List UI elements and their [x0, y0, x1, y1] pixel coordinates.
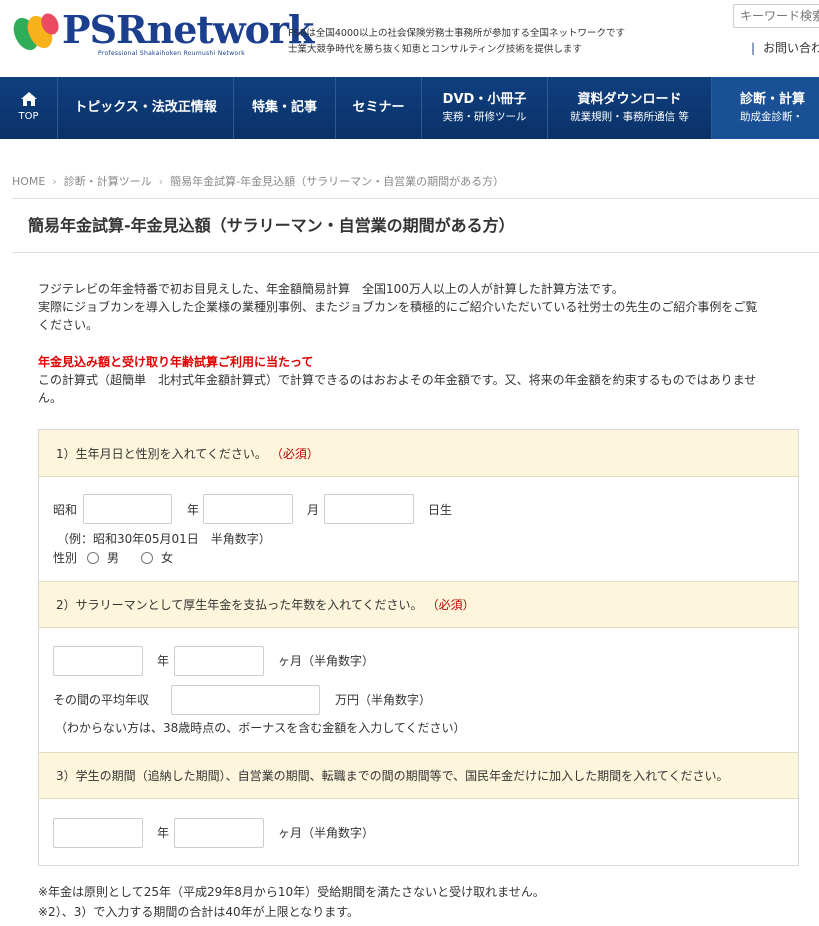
nav-download-sub: 就業規則・事務所通信 等	[570, 111, 689, 123]
intro-line: フジテレビの年金特番で初お目見えした、年金額簡易計算 全国100万人以上の人が計…	[38, 282, 624, 296]
notice-line: ん。	[38, 391, 63, 405]
breadcrumb-current: 簡易年金試算-年金見込額（サラリーマン・自営業の期間がある方）	[170, 175, 505, 188]
nav-dvd[interactable]: DVD・小冊子 実務・研修ツール	[422, 77, 548, 139]
nav-topics[interactable]: トピックス・法改正情報	[58, 77, 234, 139]
nav-features-label: 特集・記事	[251, 100, 317, 115]
breadcrumb: HOME › 診断・計算ツール › 簡易年金試算-年金見込額（サラリーマン・自営業の期間…	[12, 173, 504, 189]
year-label: 年	[157, 826, 170, 840]
section-3-heading: 3）学生の期間（追納した期間）、自営業の期間、転職までの間の期間等で、国民年金だ…	[56, 769, 729, 783]
nav-diagnosis-sub: 助成金診断・	[740, 111, 803, 123]
nav-features[interactable]: 特集・記事	[234, 77, 336, 139]
nav-dvd-sub: 実務・研修ツール	[442, 111, 527, 123]
gender-male-radio[interactable]	[87, 552, 99, 564]
employee-years-input[interactable]	[53, 646, 143, 676]
gender-male-label: 男	[107, 551, 120, 565]
section-1-heading: 1）生年月日と性別を入れてください。	[56, 446, 267, 461]
months-label: ヶ月（半角数字）	[278, 826, 375, 840]
employee-months-input[interactable]	[174, 646, 264, 676]
national-years-input[interactable]	[53, 818, 143, 848]
intro-line: ください。	[38, 318, 99, 332]
birth-day-input[interactable]	[324, 494, 414, 524]
pension-form: 1）生年月日と性別を入れてください。 （必須） 昭和 年 月 日生 （例：昭和30…	[38, 429, 799, 866]
nav-top[interactable]: TOP	[0, 77, 58, 139]
home-icon	[20, 92, 37, 106]
chevron-right-icon: ›	[52, 175, 57, 188]
year-label: 年	[187, 503, 200, 517]
separator: |	[751, 41, 756, 55]
average-income-input[interactable]	[171, 685, 320, 715]
year-label: 年	[157, 654, 170, 668]
logo-subtitle: Professional Shakaihoken Roumushi Networ…	[98, 50, 245, 57]
footnote-2: ※2）、3）で入力する期間の合計は40年が上限となります。	[38, 905, 360, 919]
section-3-body: 年 ヶ月（半角数字）	[39, 800, 798, 865]
logo-mark-icon	[13, 13, 59, 51]
months-label: ヶ月（半角数字）	[278, 654, 375, 668]
nav-dvd-label: DVD・小冊子	[442, 92, 527, 107]
section-2-body: 年 ヶ月（半角数字） その間の平均年収 万円（半角数字） （わからない方は、38…	[39, 629, 798, 752]
average-income-label: その間の平均年収	[53, 693, 150, 707]
tagline-1: PSRは全国4000以上の社会保険労務士事務所が参加する全国ネットワークです	[288, 28, 626, 39]
intro-line: 実際にジョブカンを導入した企業様の業種別事例、またジョブカンを積極的にご紹介いた…	[38, 300, 758, 314]
section-2-heading: 2）サラリーマンとして厚生年金を支払った年数を入れてください。	[56, 598, 423, 612]
section-1-header: 1）生年月日と性別を入れてください。 （必須）	[39, 430, 798, 477]
gender-female-label: 女	[161, 551, 174, 565]
logo-text: PSRnetwork	[62, 7, 314, 52]
notice-heading: 年金見込み額と受け取り年齢試算ご利用に当たって	[38, 355, 314, 369]
section-2-header: 2）サラリーマンとして厚生年金を支払った年数を入れてください。 （必須）	[39, 581, 798, 628]
month-label: 月	[307, 503, 320, 517]
tagline-2: 士業大競争時代を勝ち抜く知恵とコンサルティング技術を提供します	[288, 44, 582, 55]
notice-text: 年金見込み額と受け取り年齢試算ご利用に当たって この計算式（超簡単 北村式年金額…	[38, 353, 798, 407]
nav-diagnosis[interactable]: 診断・計算 助成金診断・	[712, 77, 819, 139]
keyword-search-input[interactable]	[733, 4, 819, 28]
page-title: 簡易年金試算-年金見込額（サラリーマン・自営業の期間がある方）	[28, 216, 515, 235]
birth-example: （例：昭和30年05月01日 半角数字）	[57, 532, 271, 546]
nav-top-label: TOP	[18, 111, 39, 122]
income-unit-label: 万円（半角数字）	[335, 693, 432, 707]
global-nav: TOP トピックス・法改正情報 特集・記事 セミナー DVD・小冊子 実務・研修…	[0, 77, 819, 139]
section-3-header: 3）学生の期間（追納した期間）、自営業の期間、転職までの間の期間等で、国民年金だ…	[39, 752, 798, 799]
divider	[12, 198, 819, 199]
day-label: 日生	[428, 503, 453, 517]
nav-diagnosis-label: 診断・計算	[740, 92, 806, 107]
required-badge: （必須）	[426, 598, 475, 612]
birth-year-input[interactable]	[83, 494, 172, 524]
intro-text: フジテレビの年金特番で初お目見えした、年金額簡易計算 全国100万人以上の人が計…	[38, 280, 798, 334]
nav-seminar-label: セミナー	[352, 100, 405, 115]
notice-line: この計算式（超簡単 北村式年金額計算式）で計算できるのはおおよその年金額です。又…	[38, 373, 757, 387]
required-badge: （必須）	[270, 446, 319, 461]
income-hint: （わからない方は、38歳時点の、ボーナスを含む金額を入力してください）	[55, 721, 466, 735]
era-label: 昭和	[53, 503, 78, 517]
breadcrumb-home[interactable]: HOME	[12, 175, 45, 188]
nav-seminar[interactable]: セミナー	[336, 77, 422, 139]
psr-logo[interactable]: PSRnetwork Professional Shakaihoken Roum…	[12, 8, 314, 58]
contact-link[interactable]: | お問い合わ	[751, 39, 819, 56]
divider	[12, 252, 819, 253]
site-header: PSRnetwork Professional Shakaihoken Roum…	[0, 0, 819, 77]
breadcrumb-tools[interactable]: 診断・計算ツール	[64, 175, 152, 188]
birth-month-input[interactable]	[203, 494, 293, 524]
nav-topics-label: トピックス・法改正情報	[74, 100, 217, 115]
nav-download-label: 資料ダウンロード	[577, 92, 682, 107]
gender-label: 性別	[53, 551, 78, 565]
contact-label: お問い合わ	[763, 41, 819, 55]
nav-download[interactable]: 資料ダウンロード 就業規則・事務所通信 等	[548, 77, 712, 139]
section-1-body: 昭和 年 月 日生 （例：昭和30年05月01日 半角数字） 性別 男 女	[39, 478, 798, 581]
national-months-input[interactable]	[174, 818, 264, 848]
chevron-right-icon: ›	[158, 175, 164, 188]
footnote-1: ※年金は原則として25年（平成29年8月から10年）受給期間を満たさないと受け取…	[38, 885, 545, 899]
gender-female-radio[interactable]	[141, 552, 153, 564]
